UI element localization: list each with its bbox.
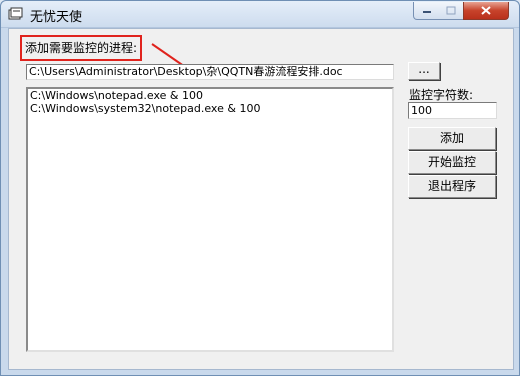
start-monitor-button[interactable]: 开始监控 xyxy=(408,151,496,174)
char-count-input[interactable]: 100 xyxy=(408,102,497,119)
list-item[interactable]: C:\Windows\notepad.exe & 100 xyxy=(28,89,392,102)
minimize-button[interactable] xyxy=(413,2,440,20)
exit-button[interactable]: 退出程序 xyxy=(408,175,496,198)
maximize-icon xyxy=(446,6,455,15)
process-list[interactable]: C:\Windows\notepad.exe & 100 C:\Windows\… xyxy=(26,87,394,352)
process-label: 添加需要监控的进程: xyxy=(20,35,143,61)
app-icon xyxy=(8,7,23,20)
char-count-label: 监控字符数: xyxy=(409,88,474,102)
file-path-input[interactable]: C:\Users\Administrator\Desktop\杂\QQTN春游流… xyxy=(26,64,394,80)
maximize-button[interactable] xyxy=(438,2,464,20)
title-bar[interactable]: 无忧天使 xyxy=(1,1,519,28)
list-item[interactable]: C:\Windows\system32\notepad.exe & 100 xyxy=(28,102,392,115)
close-button[interactable] xyxy=(463,2,509,20)
browse-button[interactable]: ... xyxy=(408,62,440,80)
client-area: 添加需要监控的进程: C:\Users\Administrator\Deskto… xyxy=(8,28,514,370)
window-title: 无忧天使 xyxy=(30,10,83,25)
close-icon xyxy=(481,6,491,15)
main-window: 无忧天使 添加需要监控的进程: C:\Users\Administrator\D… xyxy=(0,0,520,376)
add-button[interactable]: 添加 xyxy=(408,127,496,150)
minimize-icon xyxy=(422,10,431,13)
